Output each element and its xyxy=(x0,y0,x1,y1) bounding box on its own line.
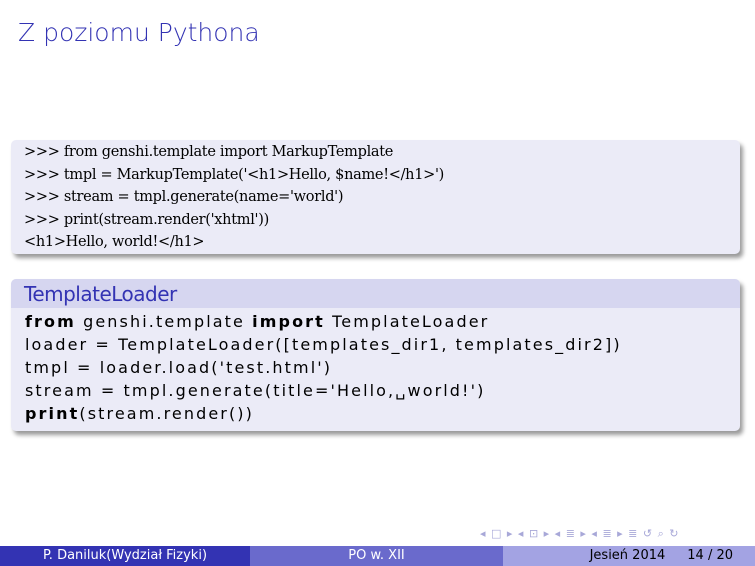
code-line: from genshi.template import TemplateLoad… xyxy=(25,310,740,333)
code-line: <h1>Hello, world!</h1> xyxy=(24,234,205,250)
footer-page-number: 14 / 20 xyxy=(687,548,733,563)
footer: P. Daniluk(Wydział Fizyki) PO w. XII Jes… xyxy=(0,546,755,566)
footer-right: Jesień 2014 14 / 20 xyxy=(503,546,755,566)
code-block-interactive: >>> from genshi.template import MarkupTe… xyxy=(11,140,740,254)
code-line: tmpl = loader.load('test.html') xyxy=(25,358,333,377)
code-text: TemplateLoader xyxy=(324,312,490,331)
code-line: loader = TemplateLoader([templates_dir1,… xyxy=(25,335,622,354)
code-text: genshi.template xyxy=(75,312,253,331)
footer-date: Jesień 2014 xyxy=(589,548,666,563)
footer-author: P. Daniluk(Wydział Fizyki) xyxy=(0,546,250,566)
code-lines: >>> from genshi.template import MarkupTe… xyxy=(11,140,740,254)
code-text: (stream.render()) xyxy=(79,404,254,423)
code-block-templateloader: TemplateLoader from genshi.template impo… xyxy=(11,279,740,431)
keyword: print xyxy=(25,404,80,423)
code-line: stream = tmpl.generate(title='Hello,␣wor… xyxy=(25,381,486,400)
code-line: >>> from genshi.template import MarkupTe… xyxy=(24,144,394,160)
code-line: >>> tmpl = MarkupTemplate('<h1>Hello, $n… xyxy=(24,166,445,183)
footer-course: PO w. XII xyxy=(250,546,503,566)
code-line: >>> stream = tmpl.generate(name='world') xyxy=(24,189,344,205)
code-lines: from genshi.template import TemplateLoad… xyxy=(11,308,740,425)
block-title: TemplateLoader xyxy=(11,279,740,308)
code-line: >>> print(stream.render('xhtml')) xyxy=(24,211,269,228)
code-line: print(stream.render()) xyxy=(25,402,740,425)
keyword: from xyxy=(25,312,76,331)
keyword: import xyxy=(252,312,325,331)
beamer-navigation-icons[interactable]: ◂ □ ▸ ◂ ⊡ ▸ ◂ ≣ ▸ ◂ ≣ ▸ ≣ ↺ ⌕ ↻ xyxy=(480,527,679,541)
slide-title: Z poziomu Pythona xyxy=(18,18,260,47)
